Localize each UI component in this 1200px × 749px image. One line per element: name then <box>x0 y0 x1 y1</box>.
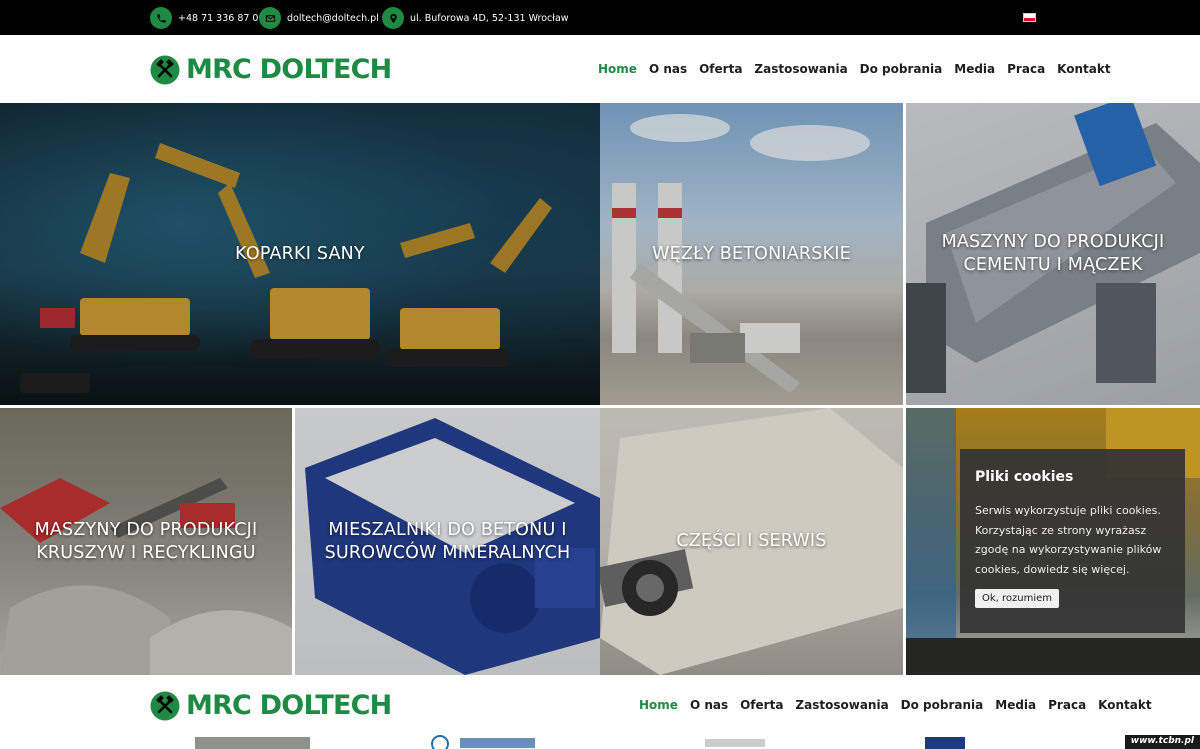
partner-logos <box>195 735 965 749</box>
email-contact[interactable]: doltech@doltech.pl <box>259 7 379 29</box>
cookie-accept-button[interactable]: Ok, rozumiem <box>975 589 1060 608</box>
address-contact[interactable]: ul. Buforowa 4D, 52-131 Wrocław <box>382 7 569 29</box>
tile-czesci-serwis[interactable]: CZĘŚCI I SERWIS <box>600 408 903 675</box>
site-logo-sticky[interactable]: MRC DOLTECH <box>150 690 392 721</box>
tile-maszyny-kruszywa[interactable]: MASZYNY DO PRODUKCJI KRUSZYW I RECYKLING… <box>0 408 292 675</box>
tile-label: KOPARKI SANY <box>235 243 365 264</box>
nav-praca[interactable]: Praca <box>1048 698 1086 712</box>
email-address: doltech@doltech.pl <box>287 12 379 24</box>
sticky-header: MRC DOLTECH Home O nas Oferta Zastosowan… <box>0 675 1200 735</box>
nav-oferta[interactable]: Oferta <box>699 62 742 76</box>
watermark: www.tcbn.pl <box>1124 735 1200 749</box>
nav-kontakt[interactable]: Kontakt <box>1098 698 1151 712</box>
nav-o-nas[interactable]: O nas <box>649 62 687 76</box>
tile-koparki-sany[interactable]: KOPARKI SANY <box>0 103 600 405</box>
tile-label: CZĘŚCI I SERWIS <box>676 531 827 551</box>
phone-number: +48 71 336 87 09 <box>178 12 265 24</box>
logo-wordmark: MRC DOLTECH <box>186 690 392 721</box>
tile-label: WĘZŁY BETONIARSKIE <box>652 243 851 264</box>
cookie-text: Serwis wykorzystuje pliki cookies. Korzy… <box>975 504 1162 576</box>
tile-label: MASZYNY DO PRODUKCJI CEMENTU I MĄCZEK <box>941 232 1165 275</box>
tile-label: MIESZALNIKI DO BETONU I SUROWCÓW MINERAL… <box>324 519 571 563</box>
main-nav: Home O nas Oferta Zastosowania Do pobran… <box>598 62 1111 76</box>
nav-home[interactable]: Home <box>598 62 637 76</box>
top-contact-bar: +48 71 336 87 09 doltech@doltech.pl ul. … <box>0 0 1200 35</box>
crossed-hammers-icon <box>150 691 180 720</box>
map-pin-icon <box>382 7 404 29</box>
main-header: MRC DOLTECH Home O nas Oferta Zastosowan… <box>0 35 1200 103</box>
cookie-notice: Pliki cookies Serwis wykorzystuje pliki … <box>960 449 1185 633</box>
site-logo[interactable]: MRC DOLTECH <box>150 54 392 85</box>
nav-do-pobrania[interactable]: Do pobrania <box>860 62 943 76</box>
nav-kontakt[interactable]: Kontakt <box>1057 62 1110 76</box>
phone-icon <box>150 7 172 29</box>
tile-maszyny-cement[interactable]: MASZYNY DO PRODUKCJI CEMENTU I MĄCZEK <box>906 103 1200 405</box>
tile-label: MASZYNY DO PRODUKCJI KRUSZYW I RECYKLING… <box>34 519 258 563</box>
nav-zastosowania[interactable]: Zastosowania <box>754 62 847 76</box>
nav-media[interactable]: Media <box>954 62 995 76</box>
nav-oferta[interactable]: Oferta <box>740 698 783 712</box>
nav-zastosowania[interactable]: Zastosowania <box>795 698 888 712</box>
cookie-title: Pliki cookies <box>975 469 1074 485</box>
phone-contact[interactable]: +48 71 336 87 09 <box>150 7 265 29</box>
envelope-icon <box>259 7 281 29</box>
crossed-hammers-icon <box>150 55 180 84</box>
sticky-nav: Home O nas Oferta Zastosowania Do pobran… <box>639 698 1152 712</box>
logo-wordmark: MRC DOLTECH <box>186 54 392 85</box>
tile-mieszalniki[interactable]: MIESZALNIKI DO BETONU I SUROWCÓW MINERAL… <box>295 408 600 675</box>
partner-logos-strip <box>0 735 1200 749</box>
nav-o-nas[interactable]: O nas <box>690 698 728 712</box>
tile-wezly-betoniarskie[interactable]: WĘZŁY BETONIARSKIE <box>600 103 903 405</box>
nav-home[interactable]: Home <box>639 698 678 712</box>
nav-media[interactable]: Media <box>995 698 1036 712</box>
nav-do-pobrania[interactable]: Do pobrania <box>901 698 984 712</box>
nav-praca[interactable]: Praca <box>1007 62 1045 76</box>
street-address: ul. Buforowa 4D, 52-131 Wrocław <box>410 12 569 24</box>
polish-flag-icon[interactable] <box>1023 13 1036 22</box>
